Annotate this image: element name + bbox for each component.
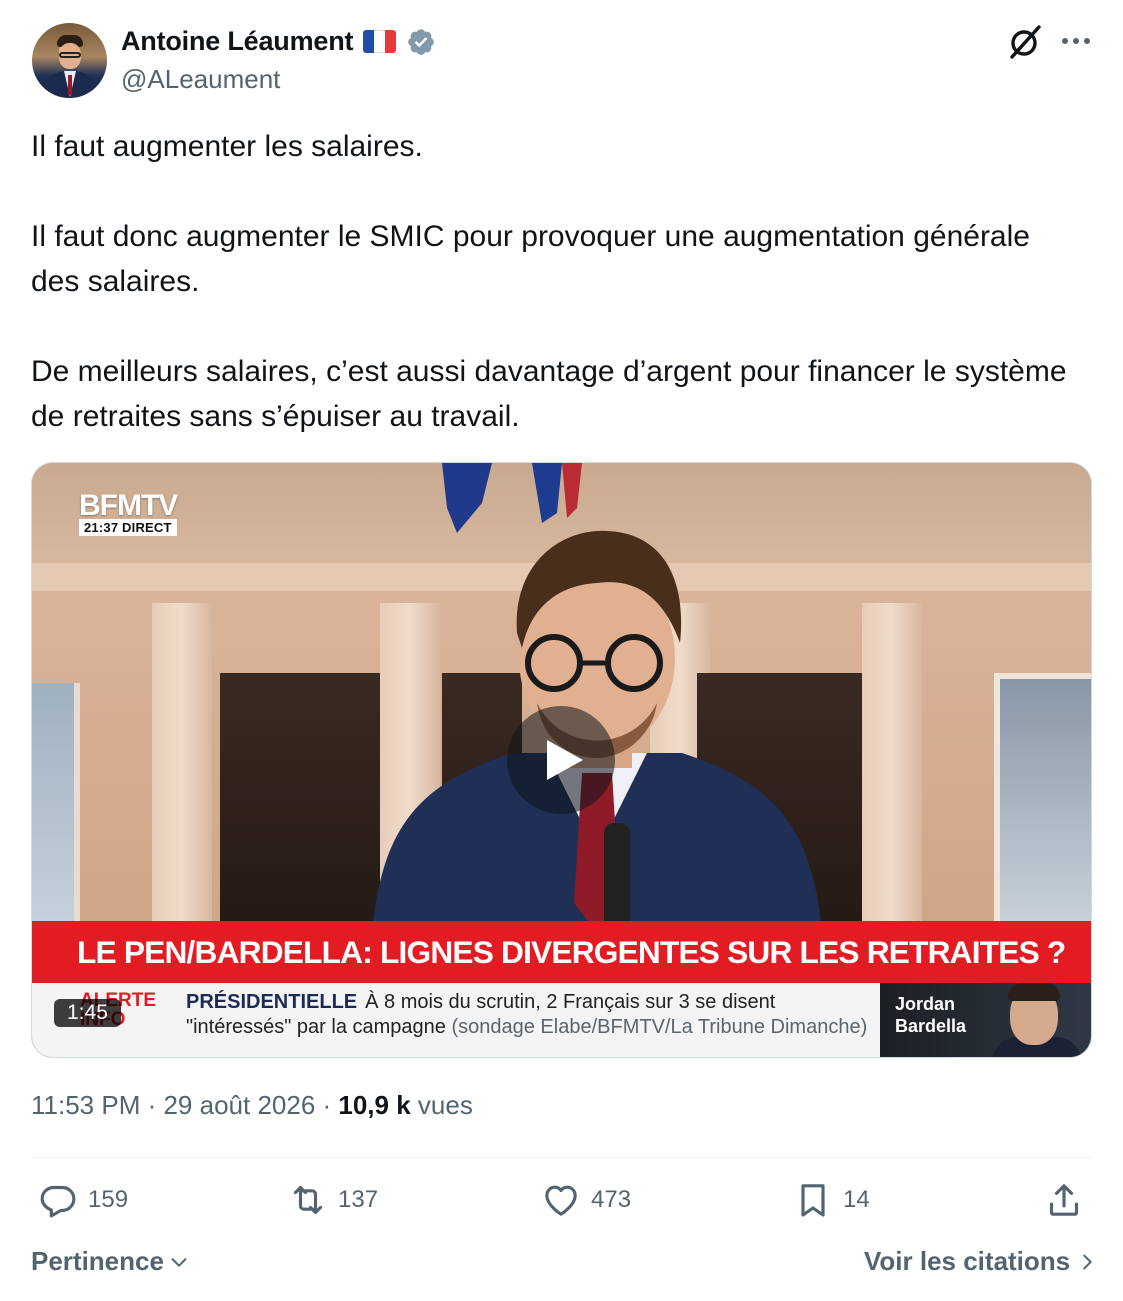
ticker-line1-text: À 8 mois du scrutin, 2 Français sur 3 se… [365,991,776,1013]
avatar-tie [68,75,72,95]
bookmark-icon [801,1184,825,1217]
ticker-line2: "intéressés" par la campagne (sondage El… [186,1016,867,1039]
guest-hair [1008,983,1060,1001]
guest-name: Jordan Bardella [895,993,966,1037]
views-label: vues [417,1090,473,1120]
ticker-source: (sondage Elabe/BFMTV/La Tribune Dimanche… [451,1016,868,1038]
video-ticker: ALERTE INFO PRÉSIDENTIELLEÀ 8 mois du sc… [32,983,880,1057]
author-display-name[interactable]: Antoine Léaument [121,26,354,57]
guest-last-name: Bardella [895,1016,967,1036]
bookmark-button[interactable]: 14 [793,1180,870,1220]
like-count: 473 [591,1186,632,1213]
tweet-text: Il faut augmenter les salaires. Il faut … [31,124,1081,439]
ticker-line2-text: "intéressés" par la campagne [186,1016,446,1038]
video-bg-pillar [152,603,212,933]
meta-separator: · [140,1090,164,1120]
author-avatar[interactable] [32,23,107,98]
play-icon [547,740,583,780]
tweet-paragraph: Il faut augmenter les salaires. [31,130,423,163]
chevron-down-icon [171,1257,187,1267]
like-button[interactable]: 473 [541,1180,631,1220]
guest-first-name: Jordan [895,994,956,1014]
guest-panel: Jordan Bardella [880,983,1091,1057]
chevron-right-icon [1083,1254,1092,1269]
video-duration-badge: 1:45 [54,999,121,1027]
video-bg-window-left [32,683,80,923]
play-button[interactable] [507,706,615,814]
ticker-line1: PRÉSIDENTIELLE À 8 mois du scrutin, 2 Fra… [186,991,775,1014]
author-handle[interactable]: @ALeaument [121,64,280,95]
share-icon [1049,1184,1079,1216]
share-button[interactable] [1044,1180,1084,1220]
heart-icon [545,1185,577,1216]
video-bg-door [220,673,380,933]
tweet-meta: 11:53 PM · 29 août 2026 · 10,9 k vues [31,1090,473,1121]
reply-button[interactable]: 159 [38,1180,128,1220]
tweet-paragraph: De meilleurs salaires, c’est aussi davan… [31,355,1067,433]
video-bg-window-right [994,673,1091,933]
video-bg-pillar [862,603,922,933]
repost-icon [293,1185,323,1215]
repost-count: 137 [338,1186,379,1213]
tweet-time[interactable]: 11:53 PM [31,1090,140,1120]
view-quotes-label: Voir les citations [864,1246,1071,1276]
more-options-icon[interactable] [1058,26,1094,56]
tweet-date[interactable]: 29 août 2026 [163,1090,315,1120]
france-flag-icon [363,30,397,53]
views-count: 10,9 k [338,1090,411,1120]
avatar-glasses [59,52,81,58]
divider [31,1157,1092,1158]
reply-count: 159 [88,1186,129,1213]
reply-icon [40,1185,76,1218]
tweet-paragraph: Il faut donc augmenter le SMIC pour prov… [31,220,1030,298]
bfmtv-logo: BFMTV [79,489,178,522]
video-headline-banner: LE PEN/BARDELLA: LIGNES DIVERGENTES SUR … [32,921,1091,983]
grok-icon[interactable] [1005,22,1045,62]
repost-button[interactable]: 137 [288,1180,378,1220]
bfmtv-live-tag: 21:37 DIRECT [79,519,177,536]
author-name-row: Antoine Léaument [121,26,436,57]
view-quotes-link[interactable]: Voir les citations [864,1246,1096,1277]
ticker-topic: PRÉSIDENTIELLE [186,991,358,1013]
sort-dropdown[interactable]: Pertinence [31,1246,190,1277]
bookmark-count: 14 [843,1186,870,1213]
sort-label: Pertinence [31,1246,164,1276]
verified-badge-icon[interactable] [406,27,436,57]
video-player[interactable]: BFMTV 21:37 DIRECT LE PEN/BARDELLA: LIGN… [31,462,1092,1058]
meta-separator: · [315,1090,339,1120]
